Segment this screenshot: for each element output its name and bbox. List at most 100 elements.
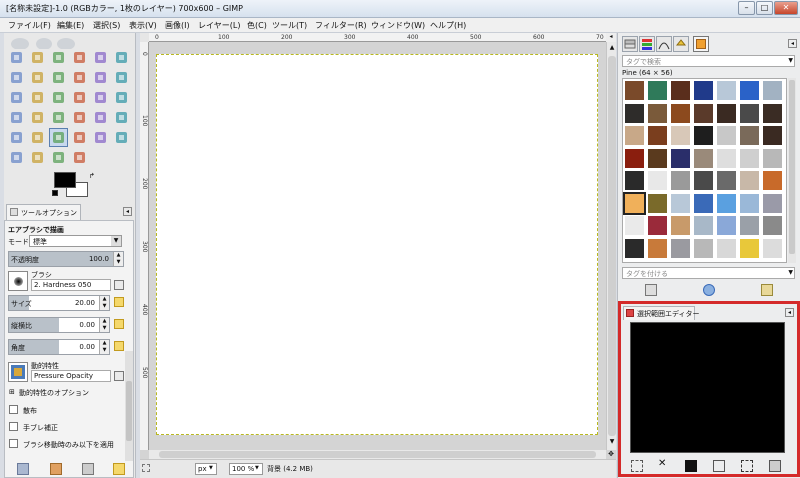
pattern-swatch[interactable]	[740, 171, 759, 190]
menu-edit[interactable]: 編集(E)	[57, 20, 84, 31]
tool-shear[interactable]	[92, 89, 109, 106]
tab-patterns[interactable]	[693, 36, 709, 52]
tool-scissors[interactable]	[113, 49, 130, 66]
selection-tab-menu-icon[interactable]: ◂	[785, 308, 794, 317]
tag-search-field[interactable]: タグで検索 ▼	[622, 55, 795, 67]
canvas-vscroll-thumb[interactable]	[608, 56, 616, 436]
pattern-swatch[interactable]	[648, 171, 667, 190]
tool-flip[interactable]	[8, 109, 25, 126]
pattern-swatch[interactable]	[717, 126, 736, 145]
pattern-swatch[interactable]	[694, 148, 713, 168]
pattern-swatch[interactable]	[740, 193, 759, 213]
tool-text[interactable]	[50, 109, 67, 126]
tool-color-select[interactable]	[92, 49, 109, 66]
selection-to-path-icon[interactable]	[741, 460, 753, 472]
save-to-channel-icon[interactable]	[713, 460, 725, 472]
aspect-slider[interactable]: 縦横比 0.00 ▲ ▼	[8, 317, 110, 333]
pattern-swatch[interactable]	[694, 171, 713, 190]
swap-colors-icon[interactable]: ↱	[89, 172, 95, 180]
select-none-icon[interactable]: ✕	[658, 458, 666, 469]
vertical-ruler[interactable]: 0 100 200 300 400 500	[140, 42, 149, 450]
pattern-swatch[interactable]	[648, 216, 667, 235]
tool-ink[interactable]	[71, 129, 88, 146]
pattern-swatch[interactable]	[717, 238, 736, 258]
canvas-hscroll-thumb[interactable]	[159, 451, 596, 458]
reset-options-icon[interactable]	[113, 463, 125, 475]
canvas-vscrollbar[interactable]: ▲ ▼	[606, 42, 616, 450]
tool-rotate[interactable]	[50, 89, 67, 106]
navigate-icon[interactable]: ◂	[606, 33, 616, 42]
pattern-swatch[interactable]	[694, 81, 713, 100]
pattern-swatch[interactable]	[648, 238, 667, 258]
pattern-swatch[interactable]	[763, 171, 782, 190]
tag-assign-field[interactable]: タグを付ける ▼	[622, 267, 795, 279]
tool-pencil[interactable]	[113, 109, 130, 126]
tool-crop[interactable]	[29, 89, 46, 106]
restore-options-icon[interactable]	[50, 463, 62, 475]
open-pattern-folder-icon[interactable]	[761, 284, 773, 296]
default-colors-icon[interactable]	[52, 190, 58, 196]
brush-name-field[interactable]: 2. Hardness 050	[31, 279, 111, 291]
tab-selection-editor[interactable]: 選択範囲エディター	[623, 306, 700, 320]
dynamics-name-field[interactable]: Pressure Opacity	[31, 370, 111, 382]
menu-view[interactable]: 表示(V)	[129, 20, 157, 31]
pattern-swatch[interactable]	[625, 126, 644, 145]
pattern-grid[interactable]	[622, 78, 787, 263]
select-all-icon[interactable]	[631, 460, 643, 472]
pattern-swatch[interactable]	[625, 238, 644, 258]
pattern-swatch[interactable]	[625, 148, 644, 168]
pattern-swatch[interactable]	[648, 148, 667, 168]
edit-brush-icon[interactable]	[114, 280, 124, 290]
pattern-swatch[interactable]	[740, 238, 759, 258]
tool-foreground-select[interactable]	[8, 69, 25, 86]
size-slider[interactable]: サイズ 20.00 ▲ ▼	[8, 295, 110, 311]
tool-ellipse-select[interactable]	[29, 49, 46, 66]
apply-jitter-checkbox[interactable]	[9, 439, 18, 448]
menu-layer[interactable]: レイヤー(L)	[198, 20, 240, 31]
canvas-viewport[interactable]	[149, 42, 606, 450]
edit-dynamics-icon[interactable]	[114, 371, 124, 381]
pattern-swatch[interactable]	[763, 193, 782, 213]
opacity-spinner[interactable]: ▲ ▼	[113, 252, 123, 266]
stroke-selection-icon[interactable]	[769, 460, 781, 472]
pattern-swatch[interactable]	[694, 216, 713, 235]
jitter-checkbox[interactable]	[9, 422, 18, 431]
menu-filters[interactable]: フィルター(R)	[315, 20, 367, 31]
tab-tool-options[interactable]: ツールオプション	[6, 204, 81, 220]
tool-blend[interactable]	[92, 109, 109, 126]
refresh-patterns-icon[interactable]	[703, 284, 715, 296]
invert-selection-icon[interactable]	[685, 460, 697, 472]
pattern-swatch[interactable]	[625, 171, 644, 190]
pattern-swatch[interactable]	[717, 193, 736, 213]
foreground-color-swatch[interactable]	[54, 172, 76, 188]
pattern-swatch[interactable]	[740, 81, 759, 100]
pattern-swatch[interactable]	[740, 216, 759, 235]
pattern-swatch[interactable]	[625, 81, 644, 100]
pattern-swatch[interactable]	[625, 103, 644, 123]
pattern-swatch[interactable]	[763, 216, 782, 235]
menu-select[interactable]: 選択(S)	[93, 20, 120, 31]
minimize-button[interactable]: –	[738, 1, 755, 15]
tool-fuzzy-select[interactable]	[71, 49, 88, 66]
menu-tools[interactable]: ツール(T)	[272, 20, 307, 31]
close-button[interactable]: ✕	[774, 1, 798, 15]
pattern-swatch[interactable]	[625, 216, 644, 235]
tab-menu-icon[interactable]: ◂	[123, 207, 132, 216]
pattern-swatch[interactable]	[671, 81, 690, 100]
tool-clone[interactable]	[92, 129, 109, 146]
pattern-swatch[interactable]	[717, 103, 736, 123]
pattern-swatch[interactable]	[623, 191, 646, 215]
pattern-swatch[interactable]	[671, 171, 690, 190]
tool-heal[interactable]	[113, 129, 130, 146]
tool-rect-select[interactable]	[8, 49, 25, 66]
pattern-swatch[interactable]	[648, 103, 667, 123]
tool-blur-sharpen[interactable]	[29, 149, 46, 166]
pattern-swatch[interactable]	[763, 148, 782, 168]
pattern-swatch[interactable]	[694, 193, 713, 213]
tab-layers[interactable]	[622, 36, 638, 52]
mode-dropdown[interactable]: 標準 ▼	[29, 235, 122, 247]
dynamics-preview[interactable]	[8, 362, 28, 382]
dock-tab-menu-icon[interactable]: ◂	[788, 39, 797, 48]
menu-help[interactable]: ヘルプ(H)	[430, 20, 466, 31]
pattern-swatch[interactable]	[763, 103, 782, 123]
